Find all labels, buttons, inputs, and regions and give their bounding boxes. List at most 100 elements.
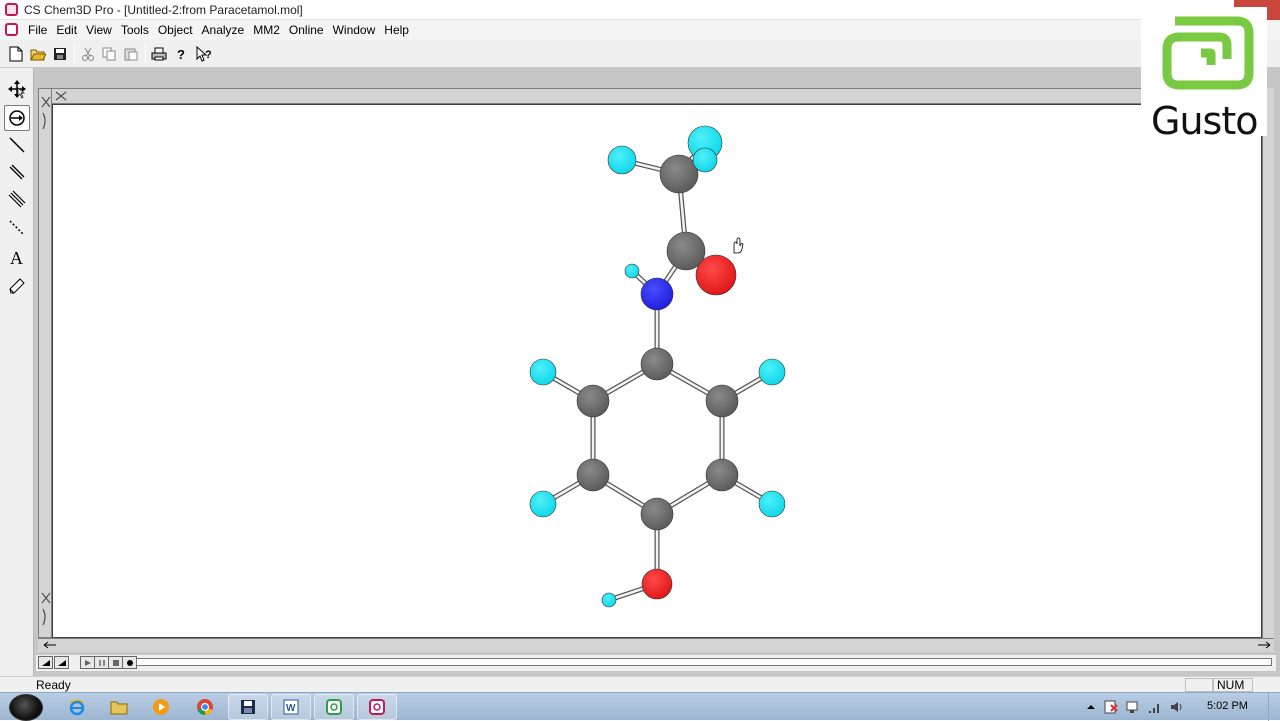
x-rotation-bar[interactable] bbox=[38, 88, 1274, 104]
scroll-left-arrow-icon[interactable] bbox=[42, 639, 58, 651]
gusto-watermark: Gusto bbox=[1141, 7, 1267, 143]
atom-c-ring-4[interactable] bbox=[576, 458, 610, 492]
chem3d-app-icon[interactable] bbox=[5, 3, 18, 16]
atom-c-ring-1[interactable] bbox=[640, 347, 674, 381]
gusto-logo-icon bbox=[1162, 16, 1254, 90]
record-icon[interactable] bbox=[122, 656, 137, 669]
file-explorer-icon[interactable] bbox=[105, 694, 133, 720]
signal-icon[interactable] bbox=[1147, 699, 1163, 715]
tray-up-arrow-icon[interactable] bbox=[1085, 701, 1097, 713]
atom-c-ring-5[interactable] bbox=[705, 458, 739, 492]
movie-controls bbox=[36, 655, 1276, 671]
x-rotate-icon bbox=[55, 91, 67, 101]
main-toolbar: ? ? bbox=[0, 40, 1280, 68]
media-player-icon[interactable] bbox=[147, 694, 175, 720]
eraser-icon[interactable] bbox=[4, 272, 30, 298]
menu-tools[interactable]: Tools bbox=[121, 23, 158, 37]
triple-bond-icon[interactable] bbox=[4, 186, 30, 212]
action-center-icon[interactable] bbox=[1103, 699, 1119, 715]
atom-c-ring-6[interactable] bbox=[640, 497, 674, 531]
menu-file[interactable]: File bbox=[28, 23, 56, 37]
atom-h-hydroxyl[interactable] bbox=[601, 592, 617, 608]
system-tray bbox=[1085, 694, 1185, 720]
atom-h-amide[interactable] bbox=[624, 263, 640, 279]
window-title: CS Chem3D Pro - [Untitled-2:from Paracet… bbox=[24, 3, 303, 17]
model-window-canvas[interactable] bbox=[52, 104, 1262, 638]
menu-object[interactable]: Object bbox=[158, 23, 202, 37]
chrome-icon[interactable] bbox=[190, 694, 220, 720]
atom-h-ring-3[interactable] bbox=[758, 358, 786, 386]
paste-icon[interactable] bbox=[121, 44, 141, 64]
y-rotation-bar[interactable] bbox=[38, 88, 52, 638]
stop-icon[interactable] bbox=[108, 656, 123, 669]
internet-explorer-icon[interactable] bbox=[63, 694, 91, 720]
num-lock-indicator: NUM bbox=[1217, 678, 1245, 692]
start-button[interactable] bbox=[9, 694, 43, 721]
move-tool-icon[interactable] bbox=[4, 76, 30, 102]
open-icon[interactable] bbox=[28, 44, 48, 64]
help-icon[interactable]: ? bbox=[171, 44, 191, 64]
context-help-icon[interactable]: ? bbox=[194, 44, 214, 64]
status-panel bbox=[1185, 678, 1213, 692]
svg-text:?: ? bbox=[177, 47, 185, 61]
copy-icon[interactable] bbox=[99, 44, 119, 64]
atom-c-ring-2[interactable] bbox=[576, 384, 610, 418]
menu-edit[interactable]: Edit bbox=[56, 23, 86, 37]
menu-online[interactable]: Online bbox=[289, 23, 333, 37]
menu-analyze[interactable]: Analyze bbox=[202, 23, 254, 37]
status-text: Ready bbox=[36, 678, 71, 692]
menu-bar: File Edit View Tools Object Analyze MM2 … bbox=[0, 20, 1280, 40]
menu-help[interactable]: Help bbox=[384, 23, 418, 37]
atom-c-methyl[interactable] bbox=[659, 154, 699, 194]
new-icon[interactable] bbox=[6, 44, 26, 64]
double-bond-icon[interactable] bbox=[4, 159, 30, 185]
play-icon[interactable] bbox=[80, 656, 95, 669]
text-tool-icon[interactable]: A bbox=[4, 244, 30, 270]
atom-h-ring-2[interactable] bbox=[529, 358, 557, 386]
model-tools-palette: A bbox=[0, 68, 34, 676]
save-icon[interactable] bbox=[50, 44, 70, 64]
chem3d-icon[interactable] bbox=[357, 694, 397, 720]
hand-cursor-icon bbox=[733, 237, 744, 254]
movie-frame-slider[interactable] bbox=[136, 658, 1272, 666]
cut-icon[interactable] bbox=[78, 44, 98, 64]
atom-h-methyl-3[interactable] bbox=[692, 147, 718, 173]
atom-o-carbonyl[interactable] bbox=[695, 254, 737, 296]
show-desktop-button[interactable] bbox=[1268, 693, 1280, 721]
menu-view[interactable]: View bbox=[86, 23, 121, 37]
dummy-bond-icon[interactable] bbox=[4, 215, 30, 241]
svg-text:A: A bbox=[10, 248, 23, 267]
atom-h-ring-5[interactable] bbox=[758, 490, 786, 518]
menu-window[interactable]: Window bbox=[333, 23, 385, 37]
paracetamol-model[interactable] bbox=[53, 105, 1261, 637]
word-icon[interactable]: W bbox=[271, 694, 311, 720]
z-rotate-icon bbox=[41, 592, 51, 626]
windows-taskbar: W 5:02 PM bbox=[0, 692, 1280, 721]
pause-icon[interactable] bbox=[94, 656, 109, 669]
atom-h-methyl-1[interactable] bbox=[607, 145, 637, 175]
single-bond-icon[interactable] bbox=[4, 132, 30, 158]
taskbar-clock[interactable]: 5:02 PM bbox=[1207, 700, 1248, 712]
print-icon[interactable] bbox=[149, 44, 169, 64]
atom-c-ring-3[interactable] bbox=[705, 384, 739, 418]
menu-mm2[interactable]: MM2 bbox=[253, 23, 289, 37]
movie-end-icon[interactable] bbox=[54, 656, 69, 669]
chemdraw-icon[interactable] bbox=[314, 694, 354, 720]
right-rotation-bar[interactable] bbox=[1262, 88, 1274, 638]
svg-text:?: ? bbox=[205, 49, 212, 61]
network-icon[interactable] bbox=[1125, 699, 1141, 715]
atom-n-amide[interactable] bbox=[640, 277, 674, 311]
volume-icon[interactable] bbox=[1169, 699, 1185, 715]
movie-start-icon[interactable] bbox=[38, 656, 53, 669]
scroll-right-arrow-icon[interactable] bbox=[1256, 639, 1272, 651]
atom-o-hydroxyl[interactable] bbox=[641, 568, 673, 600]
rotate-tool-icon[interactable] bbox=[4, 105, 30, 131]
y-rotate-icon bbox=[41, 96, 51, 130]
z-rotation-bar[interactable] bbox=[38, 638, 1274, 652]
document-icon[interactable] bbox=[5, 23, 18, 36]
atom-h-ring-4[interactable] bbox=[529, 490, 557, 518]
title-bar: CS Chem3D Pro - [Untitled-2:from Paracet… bbox=[0, 0, 1280, 20]
gusto-wordmark: Gusto bbox=[1151, 99, 1258, 143]
status-bar: Ready NUM bbox=[0, 676, 1280, 692]
save-disk-icon[interactable] bbox=[228, 694, 268, 720]
